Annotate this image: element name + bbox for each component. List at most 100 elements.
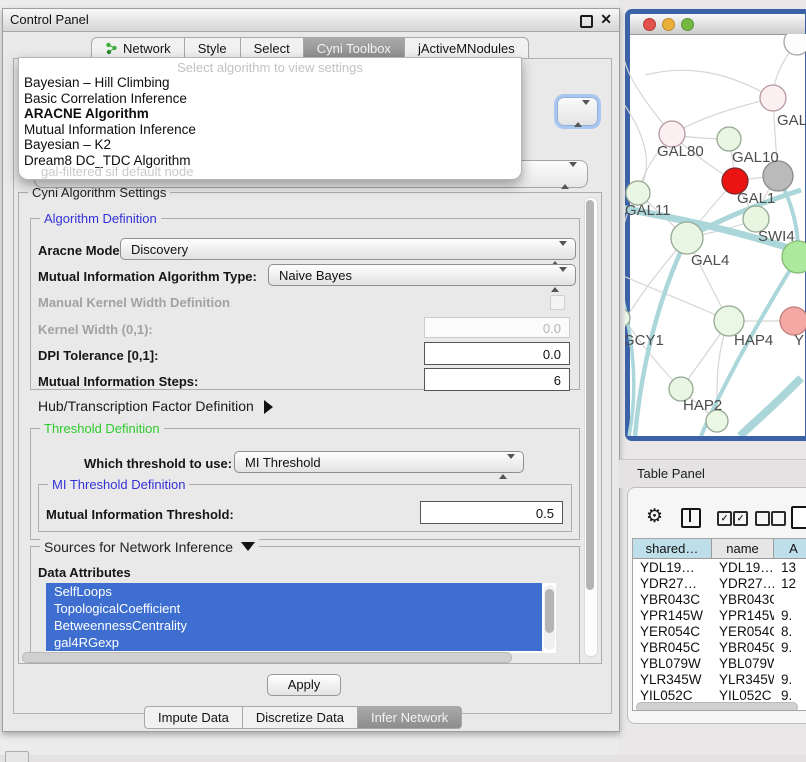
bottom-tabs: Impute Data Discretize Data Infer Networ…: [144, 706, 462, 727]
sources-title[interactable]: Sources for Network Inference: [40, 539, 259, 555]
tab-impute-data[interactable]: Impute Data: [144, 706, 243, 729]
table-row[interactable]: YBL079WYBL079W: [633, 656, 806, 672]
attribute-list-item[interactable]: SelfLoops: [46, 583, 542, 600]
float-icon[interactable]: [580, 15, 593, 28]
columns-icon[interactable]: [681, 508, 701, 528]
table-row[interactable]: YBR045CYBR045C9.: [633, 640, 806, 656]
zoom-traffic-light[interactable]: [681, 18, 694, 31]
table-cell: YPR145W: [712, 608, 774, 624]
table-cell: YDR27…: [633, 576, 712, 592]
deselect-checkbox-icon[interactable]: [755, 511, 770, 526]
attribute-list-item[interactable]: gal4RGexp: [46, 634, 542, 651]
which-threshold-label: Which threshold to use:: [84, 456, 232, 471]
minimize-traffic-light[interactable]: [662, 18, 675, 31]
combo-arrows-icon: [551, 243, 567, 265]
table-row[interactable]: YLR345WYLR345W9.: [633, 672, 806, 688]
which-threshold-combobox[interactable]: MI Threshold: [234, 451, 524, 473]
column-header-name[interactable]: name: [712, 539, 774, 559]
table-cell: YDL19…: [633, 560, 712, 576]
tab-discretize-data[interactable]: Discretize Data: [243, 706, 358, 729]
table-cell: 12: [774, 576, 806, 592]
attributes-scrollbar[interactable]: [544, 585, 555, 650]
table-row[interactable]: YBR043CYBR043C: [633, 592, 806, 608]
popup-placeholder: Select algorithm to view settings: [19, 60, 521, 75]
table-row[interactable]: YDL19…YDL19…13: [633, 560, 806, 576]
network-node[interactable]: [780, 307, 806, 335]
table-row[interactable]: YER054CYER054C8.: [633, 624, 806, 640]
attributes-scrollbar-thumb[interactable]: [545, 589, 554, 633]
new-table-icon[interactable]: [791, 506, 806, 529]
network-node[interactable]: [784, 34, 806, 55]
select-all-checkbox-icon[interactable]: ✓: [717, 511, 732, 526]
table-cell: [774, 656, 806, 672]
select-all-checkbox-icon[interactable]: ✓: [733, 511, 748, 526]
deselect-checkbox-icon[interactable]: [771, 511, 786, 526]
table-cell: YBR043C: [712, 592, 774, 608]
close-traffic-light[interactable]: [643, 18, 656, 31]
table-cell: YBR045C: [712, 640, 774, 656]
apply-button[interactable]: Apply: [267, 674, 341, 696]
node-label: HAP4: [734, 332, 773, 349]
data-attributes-label: Data Attributes: [38, 565, 131, 580]
node-label: GAL4: [691, 252, 729, 269]
mi-threshold-field[interactable]: 0.5: [420, 501, 563, 524]
inference-algorithm-combobox[interactable]: [557, 97, 598, 126]
node-label: SWI4: [758, 228, 795, 245]
network-node[interactable]: [717, 127, 741, 151]
bottom-strip: [0, 755, 806, 762]
combo-arrows-icon: [499, 456, 515, 478]
table-hscrollbar-thumb[interactable]: [636, 702, 798, 711]
network-node[interactable]: [671, 222, 703, 254]
node-table: shared… name A YDL19…YDL19…13YDR27…YDR27…: [632, 538, 806, 711]
table-cell: YDR27…: [712, 576, 774, 592]
mi-steps-label: Mutual Information Steps:: [38, 374, 198, 389]
screen: Control Panel ✕ Network Style Select Cyn…: [0, 0, 806, 762]
combo-arrows-icon: [551, 269, 567, 291]
close-icon[interactable]: ✕: [600, 11, 612, 28]
table-row[interactable]: YIL052CYIL052C9.: [633, 688, 806, 700]
combo-arrows-icon: [574, 105, 590, 123]
table-cell: YBL079W: [633, 656, 712, 672]
dpi-tolerance-field[interactable]: 0.0: [424, 342, 570, 365]
table-cell: YER054C: [712, 624, 774, 640]
control-panel-tabs: Network Style Select Cyni Toolbox jActiv…: [91, 37, 529, 58]
tab-label: Network: [123, 38, 171, 59]
table-row[interactable]: YDR27…YDR27…12: [633, 576, 806, 592]
algorithm-option[interactable]: Mutual Information Inference: [24, 122, 517, 138]
algorithm-option[interactable]: Bayesian – K2: [24, 137, 517, 153]
table-cell: 8.: [774, 624, 806, 640]
aracne-mode-combobox[interactable]: Discovery: [120, 238, 576, 260]
table-cell: 9.: [774, 608, 806, 624]
node-label: GAL2: [777, 112, 806, 129]
node-label: GAL10: [732, 149, 779, 166]
tab-infer-network[interactable]: Infer Network: [358, 706, 462, 729]
bottom-left-button[interactable]: [5, 751, 29, 762]
settings-scrollbar-thumb[interactable]: [586, 200, 594, 590]
panel-title: Control Panel: [10, 9, 89, 31]
node-label: Y: [794, 332, 804, 349]
mi-steps-field[interactable]: 6: [424, 368, 570, 391]
table-cell: YIL052C: [712, 688, 774, 700]
network-node[interactable]: [760, 85, 786, 111]
table-rows: YDL19…YDL19…13YDR27…YDR27…12YBR043CYBR04…: [633, 560, 806, 700]
collapse-down-icon: [241, 542, 255, 551]
settings-hscrollbar-thumb[interactable]: [22, 652, 512, 663]
column-header-partial[interactable]: A: [774, 539, 806, 559]
algorithm-option[interactable]: Bayesian – Hill Climbing: [24, 75, 517, 91]
hub-definition-toggle[interactable]: Hub/Transcription Factor Definition: [38, 398, 273, 414]
mi-type-combobox[interactable]: Naive Bayes: [268, 264, 576, 286]
kernel-width-field[interactable]: 0.0: [424, 317, 570, 338]
attribute-list-item[interactable]: BetweennessCentrality: [46, 617, 542, 634]
algorithm-option[interactable]: Basic Correlation Inference: [24, 91, 517, 107]
table-cell: YBL079W: [712, 656, 774, 672]
manual-kernel-label: Manual Kernel Width Definition: [38, 295, 230, 310]
table-cell: [774, 592, 806, 608]
attribute-list-item[interactable]: TopologicalCoefficient: [46, 600, 542, 617]
network-canvas[interactable]: GAL2GAL80GAL10GAL1SWI4GAL4GAL11GCY1HAP4Y…: [625, 34, 806, 436]
settings-scrollbar[interactable]: [584, 197, 598, 657]
column-header-shared-name[interactable]: shared…: [633, 539, 712, 559]
gear-icon[interactable]: ⚙: [646, 507, 663, 526]
manual-kernel-checkbox[interactable]: [550, 295, 565, 310]
algorithm-option[interactable]: ARACNE Algorithm: [24, 106, 517, 122]
table-row[interactable]: YPR145WYPR145W9.: [633, 608, 806, 624]
